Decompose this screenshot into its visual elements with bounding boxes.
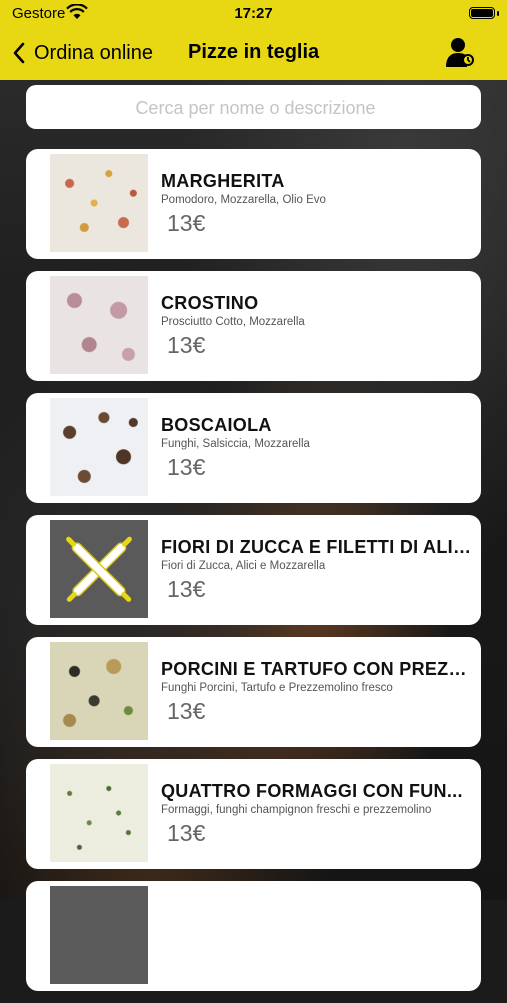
item-info: PORCINI E TARTUFO CON PREZZ... Funghi Po…: [161, 659, 471, 725]
status-bar: Gestore 17:27: [0, 0, 507, 28]
item-description: Funghi, Salsiccia, Mozzarella: [161, 438, 310, 450]
back-button[interactable]: Ordina online: [12, 40, 153, 66]
item-info: CROSTINO Prosciutto Cotto, Mozzarella 13…: [161, 293, 471, 359]
search-field-container: [26, 85, 485, 131]
user-account-icon[interactable]: [445, 36, 475, 68]
placeholder-image: [50, 520, 148, 618]
item-name: MARGHERITA: [161, 171, 285, 191]
menu-item-card[interactable]: PORCINI E TARTUFO CON PREZZ... Funghi Po…: [26, 637, 481, 747]
pizza-margherita-image: [50, 154, 148, 252]
item-description: Formaggi, funghi champignon freschi e pr…: [161, 804, 432, 816]
battery-tip: [497, 11, 499, 16]
placeholder-image: [50, 886, 148, 984]
item-price: 13€: [167, 820, 206, 846]
menu-list[interactable]: MARGHERITA Pomodoro, Mozzarella, Olio Ev…: [26, 149, 481, 1003]
item-description: Pomodoro, Mozzarella, Olio Evo: [161, 194, 326, 206]
item-name: PORCINI E TARTUFO CON PREZZ...: [161, 659, 471, 679]
item-price: 13€: [167, 454, 206, 480]
chevron-left-icon: [13, 42, 25, 64]
menu-item-card[interactable]: BOSCAIOLA Funghi, Salsiccia, Mozzarella …: [26, 393, 481, 503]
pizza-boscaiola-image: [50, 398, 148, 496]
item-price: 13€: [167, 576, 206, 602]
clock: 17:27: [234, 5, 273, 22]
item-price: 13€: [167, 698, 206, 724]
menu-item-card[interactable]: FIORI DI ZUCCA E FILETTI DI ALICI Fiori …: [26, 515, 481, 625]
item-description: Fiori di Zucca, Alici e Mozzarella: [161, 560, 326, 572]
item-info: MARGHERITA Pomodoro, Mozzarella, Olio Ev…: [161, 171, 471, 237]
item-name: BOSCAIOLA: [161, 415, 272, 435]
pizza-crostino-image: [50, 276, 148, 374]
back-label: Ordina online: [34, 41, 153, 64]
item-name: QUATTRO FORMAGGI CON FUN...: [161, 781, 463, 801]
menu-item-card-partial[interactable]: [26, 881, 481, 991]
item-name: CROSTINO: [161, 293, 259, 313]
page-title: Pizze in teglia: [188, 41, 320, 63]
search-input[interactable]: [26, 85, 485, 131]
item-name: FIORI DI ZUCCA E FILETTI DI ALICI: [161, 537, 471, 557]
item-description: Funghi Porcini, Tartufo e Prezzemolino f…: [161, 682, 393, 694]
rolling-pin-icon: [66, 536, 132, 602]
menu-item-card[interactable]: QUATTRO FORMAGGI CON FUN... Formaggi, fu…: [26, 759, 481, 869]
item-info: BOSCAIOLA Funghi, Salsiccia, Mozzarella …: [161, 415, 471, 481]
pizza-porcini-image: [50, 642, 148, 740]
item-description: Prosciutto Cotto, Mozzarella: [161, 316, 305, 328]
header-bar: Gestore 17:27 Ordina online Pizze in teg…: [0, 0, 507, 80]
item-price: 13€: [167, 210, 206, 236]
item-info: FIORI DI ZUCCA E FILETTI DI ALICI Fiori …: [161, 537, 471, 603]
pizza-quattro-formaggi-image: [50, 764, 148, 862]
menu-item-card[interactable]: MARGHERITA Pomodoro, Mozzarella, Olio Ev…: [26, 149, 481, 259]
menu-item-card[interactable]: CROSTINO Prosciutto Cotto, Mozzarella 13…: [26, 271, 481, 381]
battery-icon: [469, 7, 495, 19]
item-info: QUATTRO FORMAGGI CON FUN... Formaggi, fu…: [161, 781, 471, 847]
navigation-bar: Ordina online Pizze in teglia: [0, 30, 507, 76]
item-price: 13€: [167, 332, 206, 358]
